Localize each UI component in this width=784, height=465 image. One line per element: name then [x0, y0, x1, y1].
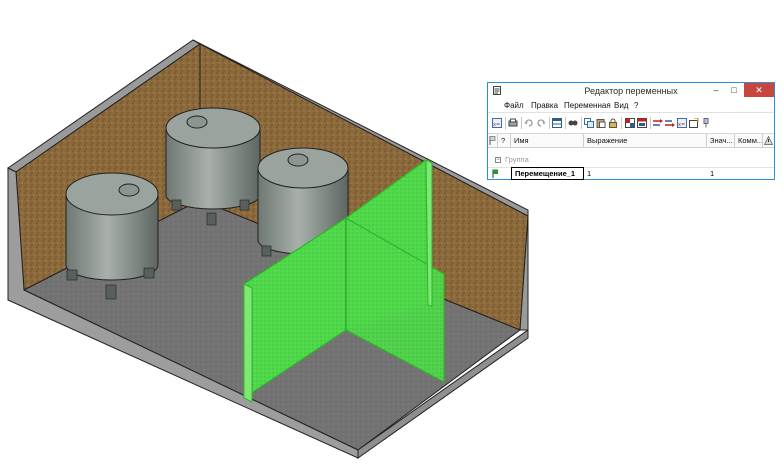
table-row[interactable]: Перемещение_1 1 1 [488, 167, 774, 180]
svg-text:x=: x= [493, 122, 500, 128]
toolbar-separator [581, 117, 582, 129]
menu-bar: Файл Правка Переменная Вид ? [488, 99, 774, 113]
variable-name-cell[interactable]: Перемещение_1 [511, 167, 584, 180]
menu-help[interactable]: ? [634, 99, 638, 112]
pin-icon[interactable] [701, 118, 711, 128]
redo-icon[interactable] [536, 118, 546, 128]
comment-column-header[interactable]: Комм... [735, 134, 763, 147]
3d-viewport[interactable] [0, 0, 784, 465]
table-view-icon[interactable] [552, 118, 562, 128]
warning-column-header[interactable] [763, 134, 774, 147]
row-flag[interactable] [489, 168, 498, 180]
insert-column-icon[interactable] [665, 118, 675, 128]
title-bar[interactable]: Редактор переменных – □ ✕ [488, 83, 774, 99]
close-button[interactable]: ✕ [744, 83, 774, 97]
filter-icon[interactable] [637, 118, 647, 128]
value-cell: 1 [710, 169, 715, 178]
toolbar-separator [565, 117, 566, 129]
minimize-button[interactable]: – [708, 83, 724, 97]
group-collapse-toggle[interactable]: − [495, 157, 501, 163]
name-column-header[interactable]: Имя [511, 134, 584, 147]
warning-icon [763, 135, 774, 145]
expression-column-header[interactable]: Выражение [584, 134, 707, 147]
toolbar-separator [505, 117, 506, 129]
toolbar: x= x= [488, 113, 774, 134]
value-column-header[interactable]: Знач... [707, 134, 735, 147]
menu-file[interactable]: Файл [504, 99, 524, 112]
menu-view[interactable]: Вид [614, 99, 628, 112]
new-variable-table-icon[interactable]: x= [677, 118, 687, 128]
copy-icon[interactable] [584, 118, 594, 128]
paste-icon[interactable] [596, 118, 606, 128]
question-column-header[interactable]: ? [498, 134, 511, 147]
print-icon[interactable] [508, 118, 518, 128]
tank-back[interactable] [165, 107, 261, 226]
insert-row-icon[interactable] [653, 118, 663, 128]
menu-edit[interactable]: Правка [531, 99, 558, 112]
toolbar-separator [650, 117, 651, 129]
svg-text:x=: x= [678, 122, 685, 128]
green-flag-icon [492, 169, 498, 178]
toolbar-separator [521, 117, 522, 129]
toolbar-separator [621, 117, 622, 129]
variable-editor-window[interactable]: Редактор переменных – □ ✕ Файл Правка Пе… [487, 82, 775, 180]
new-variable-icon[interactable]: x= [492, 118, 502, 128]
grid-icon[interactable] [625, 118, 635, 128]
undo-icon[interactable] [524, 118, 534, 128]
toolbar-separator [549, 117, 550, 129]
menu-variable[interactable]: Переменная [564, 99, 611, 112]
group-label: Группа [505, 155, 529, 164]
find-icon[interactable] [568, 118, 578, 128]
lock-icon[interactable] [608, 118, 618, 128]
maximize-button[interactable]: □ [726, 83, 742, 97]
export-icon[interactable] [689, 118, 699, 128]
flag-column-header[interactable] [488, 134, 498, 147]
flag-icon [489, 136, 496, 145]
expression-cell[interactable]: 1 [584, 168, 707, 180]
group-row[interactable]: − Группа [488, 155, 774, 165]
grid-header: ? Имя Выражение Знач... Комм... [488, 134, 774, 148]
